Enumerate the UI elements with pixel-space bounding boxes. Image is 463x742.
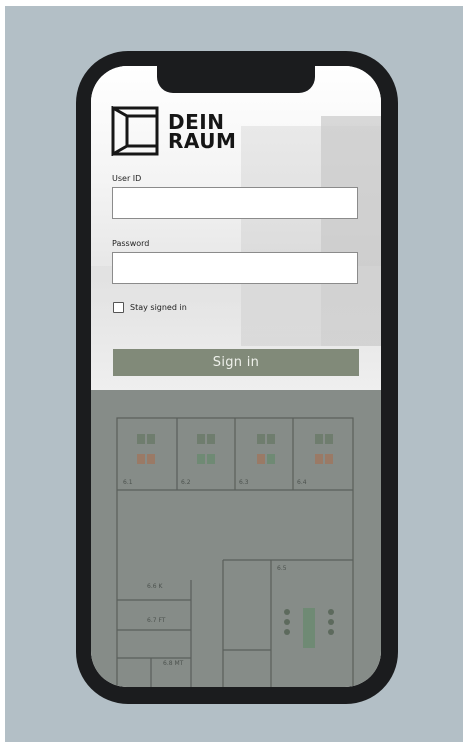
password-input[interactable] bbox=[112, 252, 358, 284]
room-label: 6.3 bbox=[239, 479, 249, 486]
room-label: 6.8 MT bbox=[163, 660, 184, 667]
floor-plan-drawing: 6.1 6.2 6.3 6.4 6.5 6.6 K 6.7 FT 6.8 MT bbox=[116, 417, 354, 687]
phone-notch bbox=[157, 64, 315, 93]
room-label: 6.2 bbox=[181, 479, 191, 486]
room-label: 6.5 bbox=[277, 565, 287, 572]
user-id-label: User ID bbox=[112, 174, 142, 183]
stay-signed-in-checkbox[interactable] bbox=[113, 301, 124, 313]
floor-plan: 6.1 6.2 6.3 6.4 6.5 6.6 K 6.7 FT 6.8 MT bbox=[91, 390, 381, 687]
sign-in-button[interactable]: Sign in bbox=[113, 349, 359, 376]
room-label: 6.1 bbox=[123, 479, 133, 486]
brand-wordmark: DEIN RAUM bbox=[168, 112, 237, 153]
room-label: 6.7 FT bbox=[147, 617, 166, 624]
password-label: Password bbox=[112, 239, 150, 248]
stay-signed-in-label: Stay signed in bbox=[130, 302, 187, 312]
phone-screen: DEIN RAUM User ID Password Stay signed i… bbox=[91, 66, 381, 687]
login-panel: DEIN RAUM User ID Password Stay signed i… bbox=[91, 66, 381, 390]
brand-line-2: RAUM bbox=[168, 129, 237, 153]
stay-signed-in-option[interactable]: Stay signed in bbox=[113, 301, 187, 313]
brand-logo: DEIN RAUM bbox=[111, 106, 261, 158]
user-id-input[interactable] bbox=[112, 187, 358, 219]
room-label: 6.6 K bbox=[147, 583, 163, 590]
room-label: 6.4 bbox=[297, 479, 307, 486]
door-frame-logo-icon bbox=[111, 106, 159, 156]
